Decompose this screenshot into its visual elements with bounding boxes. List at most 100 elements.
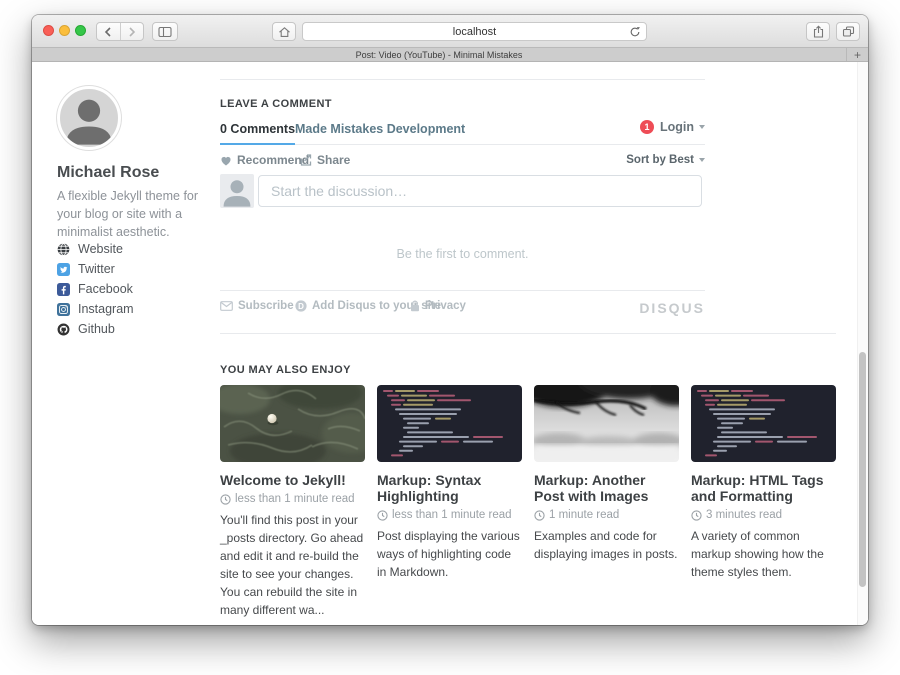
moss-photo-thumbnail bbox=[220, 385, 365, 462]
sidebar-item-instagram[interactable]: Instagram bbox=[57, 299, 134, 319]
sidebar-item-twitter[interactable]: Twitter bbox=[57, 259, 134, 279]
disqus-icon: D bbox=[295, 300, 307, 312]
new-tab-button[interactable]: + bbox=[846, 48, 868, 61]
divider bbox=[220, 79, 705, 80]
clock-icon bbox=[691, 510, 702, 521]
link-label: Twitter bbox=[78, 262, 115, 276]
divider bbox=[220, 333, 836, 334]
empty-state-message: Be the first to comment. bbox=[220, 247, 705, 261]
instagram-icon bbox=[57, 303, 70, 316]
read-time: 1 minute read bbox=[534, 509, 679, 521]
link-label: Facebook bbox=[78, 282, 133, 296]
tab-overview-button[interactable] bbox=[836, 22, 860, 41]
related-card: Markup: Another Post with Images 1 minut… bbox=[534, 385, 679, 619]
divider bbox=[220, 290, 705, 291]
link-label: Website bbox=[78, 242, 123, 256]
related-post-title[interactable]: Welcome to Jekyll! bbox=[220, 472, 365, 488]
read-time: less than 1 minute read bbox=[220, 493, 365, 505]
github-icon bbox=[57, 323, 70, 336]
share-icon bbox=[812, 25, 825, 39]
share-thread-button[interactable]: Share bbox=[300, 153, 350, 167]
avatar bbox=[57, 86, 121, 150]
related-card: Welcome to Jekyll! less than 1 minute re… bbox=[220, 385, 365, 619]
read-time-label: less than 1 minute read bbox=[392, 509, 512, 521]
envelope-icon bbox=[220, 301, 233, 311]
close-button[interactable] bbox=[43, 25, 54, 36]
privacy-label: Privacy bbox=[425, 300, 466, 312]
related-cards: Welcome to Jekyll! less than 1 minute re… bbox=[220, 385, 836, 619]
forward-button[interactable] bbox=[121, 23, 144, 40]
globe-icon bbox=[57, 243, 70, 256]
chevron-left-icon bbox=[103, 26, 114, 38]
login-label: Login bbox=[660, 120, 694, 134]
clock-icon bbox=[534, 510, 545, 521]
read-time: less than 1 minute read bbox=[377, 509, 522, 521]
zoom-button[interactable] bbox=[75, 25, 86, 36]
chevron-right-icon bbox=[126, 26, 137, 38]
related-post-title[interactable]: Markup: Another Post with Images bbox=[534, 472, 679, 504]
comment-editor bbox=[220, 174, 705, 208]
person-icon bbox=[220, 174, 254, 208]
facebook-icon bbox=[57, 283, 70, 296]
forum-link[interactable]: Made Mistakes Development bbox=[295, 122, 465, 136]
sidebar-item-website[interactable]: Website bbox=[57, 239, 134, 259]
browser-window: localhost Post: Video (YouTube) - Minima… bbox=[32, 15, 868, 625]
privacy-link[interactable]: Privacy bbox=[410, 300, 466, 312]
tabs-icon bbox=[842, 25, 855, 38]
disqus-brand[interactable]: DISQUS bbox=[639, 300, 705, 316]
person-icon bbox=[60, 89, 118, 147]
author-links: Website Twitter Facebook Instagram Githu… bbox=[57, 239, 134, 339]
sidebar-item-github[interactable]: Github bbox=[57, 319, 134, 339]
read-time: 3 minutes read bbox=[691, 509, 836, 521]
related-card: Markup: Syntax Highlighting less than 1 … bbox=[377, 385, 522, 619]
tab-comments-count[interactable]: 0 Comments bbox=[220, 122, 295, 145]
recommend-button[interactable]: Recommend bbox=[220, 153, 309, 167]
heart-icon bbox=[220, 155, 232, 166]
notification-badge: 1 bbox=[640, 120, 654, 134]
address-bar[interactable]: localhost bbox=[302, 22, 647, 41]
disqus-actions: Recommend Share Sort by Best bbox=[220, 153, 705, 169]
history-nav bbox=[96, 22, 144, 41]
scrollbar-thumb[interactable] bbox=[859, 352, 866, 587]
share-arrow-icon bbox=[300, 154, 312, 166]
chevron-down-icon bbox=[699, 125, 705, 129]
browser-toolbar: localhost bbox=[32, 15, 868, 48]
share-button[interactable] bbox=[806, 22, 830, 41]
subscribe-label: Subscribe bbox=[238, 300, 294, 312]
back-button[interactable] bbox=[97, 23, 121, 40]
home-button[interactable] bbox=[272, 22, 296, 41]
home-icon bbox=[278, 26, 291, 38]
link-label: Instagram bbox=[78, 302, 134, 316]
sidebar-toggle-button[interactable] bbox=[152, 22, 178, 41]
related-card: Markup: HTML Tags and Formatting 3 minut… bbox=[691, 385, 836, 619]
disqus-footer: Subscribe D Add Disqus to your site Priv… bbox=[220, 300, 705, 318]
login-button[interactable]: 1 Login bbox=[640, 120, 705, 134]
sort-dropdown[interactable]: Sort by Best bbox=[626, 154, 705, 166]
lock-icon bbox=[410, 300, 420, 312]
subscribe-link[interactable]: Subscribe bbox=[220, 300, 294, 312]
read-time-label: less than 1 minute read bbox=[235, 493, 355, 505]
page-content: Michael Rose A flexible Jekyll theme for… bbox=[32, 62, 868, 625]
link-label: Github bbox=[78, 322, 115, 336]
share-label: Share bbox=[317, 153, 350, 167]
related-heading: YOU MAY ALSO ENJOY bbox=[220, 364, 351, 376]
sidebar-icon bbox=[158, 26, 172, 38]
chevron-down-icon bbox=[699, 158, 705, 162]
minimize-button[interactable] bbox=[59, 25, 70, 36]
related-post-title[interactable]: Markup: Syntax Highlighting bbox=[377, 472, 522, 504]
commenter-avatar bbox=[220, 174, 254, 208]
disqus-header: 0 Comments Made Mistakes Development 1 L… bbox=[220, 120, 705, 145]
comments-heading: LEAVE A COMMENT bbox=[220, 98, 332, 110]
scrollbar-track[interactable] bbox=[857, 62, 868, 625]
related-post-excerpt: Examples and code for displaying images … bbox=[534, 527, 679, 563]
tab-current[interactable]: Post: Video (YouTube) - Minimal Mistakes bbox=[32, 48, 846, 61]
reload-icon[interactable] bbox=[629, 26, 641, 38]
clock-icon bbox=[377, 510, 388, 521]
clock-icon bbox=[220, 494, 231, 505]
sidebar-item-facebook[interactable]: Facebook bbox=[57, 279, 134, 299]
plus-icon: + bbox=[854, 48, 861, 62]
comment-input[interactable] bbox=[258, 175, 702, 207]
related-post-title[interactable]: Markup: HTML Tags and Formatting bbox=[691, 472, 836, 504]
svg-text:D: D bbox=[298, 302, 304, 311]
code-editor-thumbnail bbox=[377, 385, 522, 462]
